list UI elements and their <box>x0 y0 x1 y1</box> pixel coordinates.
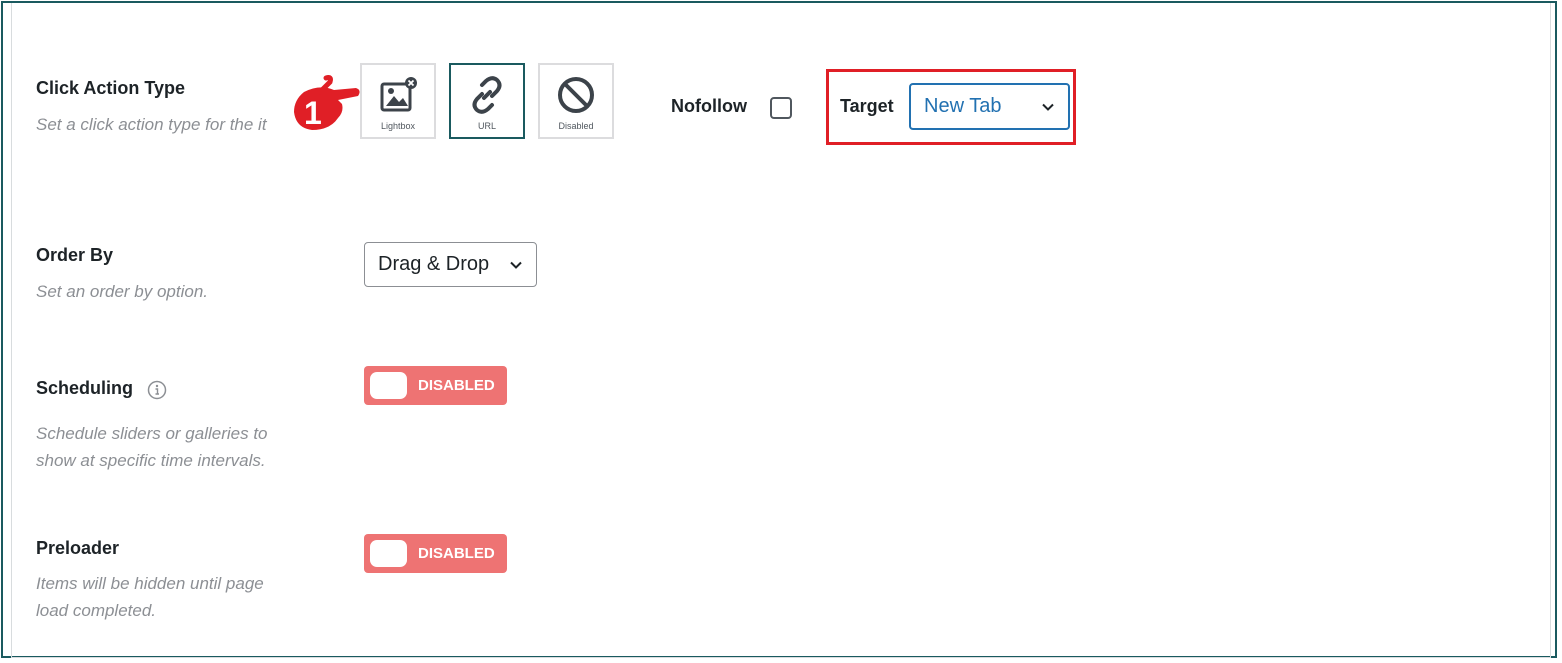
order-by-label: Order By <box>36 245 114 265</box>
nofollow-checkbox[interactable] <box>770 97 792 119</box>
target-select-value: New Tab <box>924 95 1002 117</box>
lightbox-option-label: Lightbox <box>380 121 416 131</box>
preloader-toggle-text: DISABLED <box>418 545 495 562</box>
scheduling-label: Scheduling <box>36 378 134 398</box>
order-by-description: Set an order by option. <box>36 282 209 301</box>
disabled-option-button[interactable]: Disabled <box>538 63 614 139</box>
toggle-knob <box>370 372 407 399</box>
url-option-button[interactable]: URL <box>449 63 525 139</box>
step-number: 1 <box>304 95 322 131</box>
scheduling-description-line1: Schedule sliders or galleries to <box>36 424 268 443</box>
target-label: Target <box>840 96 894 116</box>
order-by-select-value: Drag & Drop <box>378 253 490 275</box>
toggle-knob <box>370 540 407 567</box>
url-option-label: URL <box>477 121 496 131</box>
scheduling-description-line2: show at specific time intervals. <box>36 451 266 470</box>
disabled-icon <box>558 77 594 113</box>
click-action-type-label: Click Action Type <box>36 78 186 98</box>
info-icon[interactable] <box>147 380 167 400</box>
target-select[interactable]: New Tab <box>909 83 1070 130</box>
click-action-type-description: Set a click action type for the it <box>36 115 267 134</box>
order-by-select[interactable]: Drag & Drop <box>364 242 537 287</box>
disabled-option-label: Disabled <box>558 121 594 131</box>
scheduling-toggle-text: DISABLED <box>418 377 495 394</box>
preloader-description-line1: Items will be hidden until page <box>36 574 264 593</box>
lightbox-option-button[interactable]: Lightbox <box>360 63 436 139</box>
chevron-down-icon <box>510 261 522 269</box>
lightbox-icon <box>380 77 417 112</box>
scheduling-toggle[interactable]: DISABLED <box>364 366 507 405</box>
step-pointer-icon: 1 <box>294 75 360 131</box>
preloader-toggle[interactable]: DISABLED <box>364 534 507 573</box>
link-icon <box>472 76 502 114</box>
chevron-down-icon <box>1042 103 1054 111</box>
nofollow-label: Nofollow <box>671 96 747 116</box>
preloader-label: Preloader <box>36 538 120 558</box>
preloader-description-line2: load completed. <box>36 601 157 620</box>
